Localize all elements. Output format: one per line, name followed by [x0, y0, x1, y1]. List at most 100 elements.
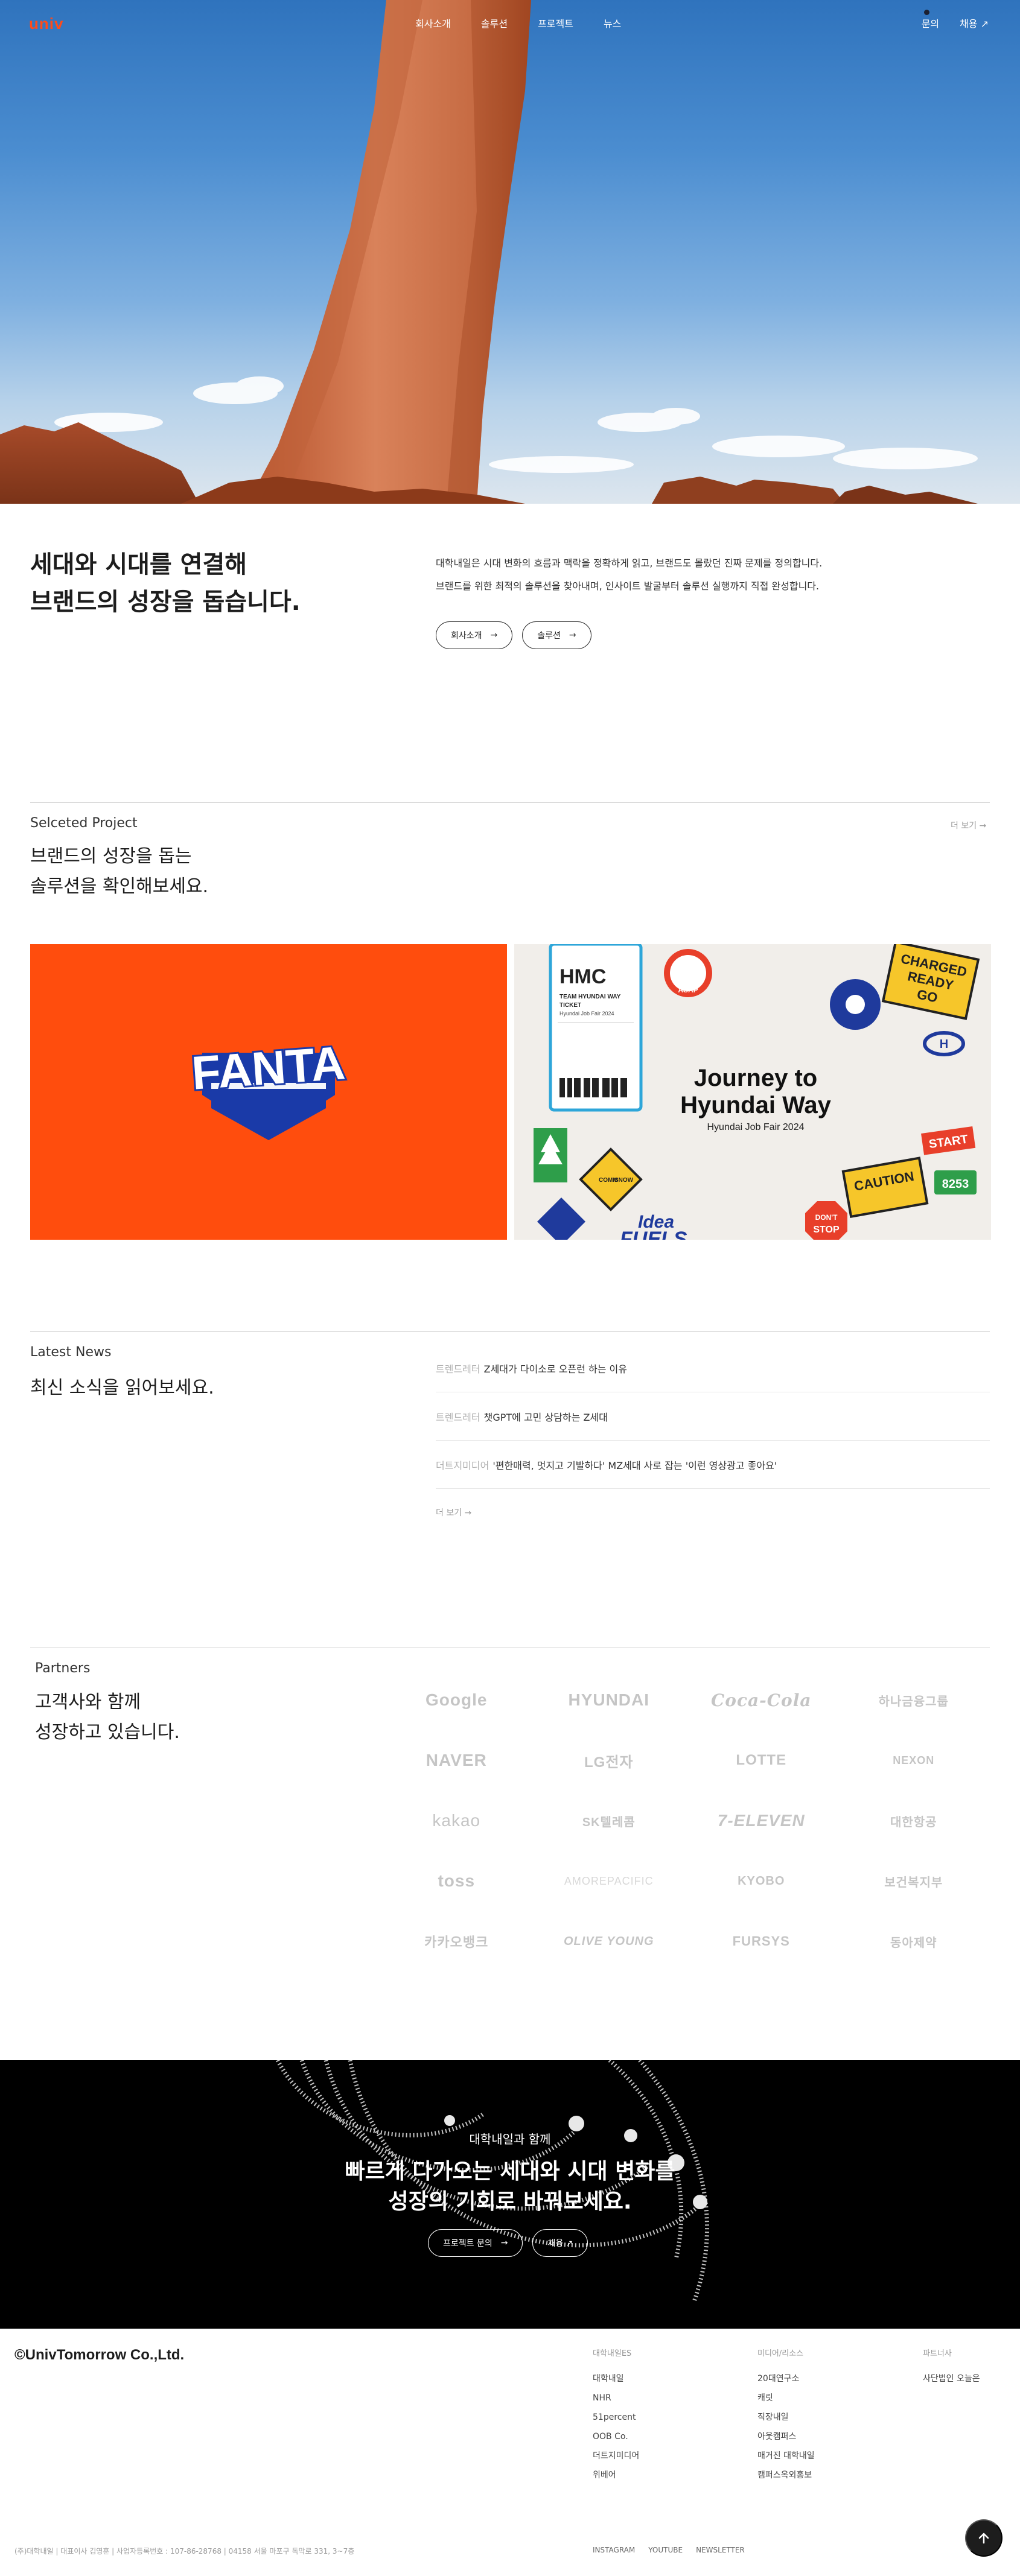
news-item[interactable]: 트렌드레터 챗GPT에 고민 상담하는 Z세대	[436, 1392, 990, 1441]
hyundai-h-glyph: H	[940, 1038, 948, 1051]
project-card-fanta[interactable]: FANTA	[30, 944, 507, 1240]
scroll-to-top-button[interactable]	[965, 2519, 1002, 2557]
partner-logo-kakaobank: 카카오뱅크	[424, 1935, 489, 1950]
hyundai-title-line1: Journey to	[694, 1065, 817, 1091]
arrow-up-icon	[978, 2533, 989, 2544]
nav-news[interactable]: 뉴스	[604, 16, 621, 30]
partners-title-line1: 고객사와 함께	[35, 1692, 141, 1713]
footer-column-title: 미디어/리소스	[757, 2349, 804, 2358]
partner-logo-oliveyoung: OLIVE YOUNG	[563, 1934, 654, 1948]
hero-banner	[0, 0, 1020, 504]
partners-title: 고객사와 함께 성장하고 있습니다.	[35, 1687, 180, 1748]
footer-link[interactable]: NHR	[593, 2388, 639, 2408]
hero-image	[0, 0, 978, 504]
about-button[interactable]: 회사소개 →	[436, 621, 513, 649]
footer-brand: ©UnivTomorrow Co.,Ltd.	[14, 2347, 185, 2363]
hyundai-title-line2: Hyundai Way	[680, 1092, 831, 1118]
brand-logo[interactable]: univ	[29, 14, 63, 33]
sticker-idea-2: FUELS	[620, 1228, 687, 1240]
partner-logo-grid: Google HYUNDAI Coca-Cola 하나금융그룹 NAVER LG…	[380, 1683, 990, 1958]
footer-link[interactable]: 대학내일	[593, 2369, 639, 2388]
fanta-wordmark: FANTA	[190, 1036, 347, 1100]
nav-recruit[interactable]: 채용 ↗	[960, 16, 989, 30]
nav-solution[interactable]: 솔루션	[481, 16, 508, 30]
partner-logo-google: Google	[426, 1690, 488, 1709]
ticket-line2: TICKET	[559, 1002, 581, 1009]
nav-project[interactable]: 프로젝트	[538, 16, 573, 30]
news-title: 최신 소식을 읽어보세요.	[30, 1377, 214, 1398]
footer-link[interactable]: 더트지미디어	[593, 2446, 639, 2466]
section-divider	[30, 1331, 990, 1332]
newsletter-link[interactable]: NEWSLETTER	[696, 2546, 745, 2554]
footer-link[interactable]: 20대연구소	[757, 2369, 815, 2388]
intro-desc-line2: 브랜드를 위한 최적의 솔루션을 찾아내며, 인사이트 발굴부터 솔루션 실행까…	[436, 580, 820, 592]
footer-link[interactable]: 위베어	[593, 2466, 639, 2485]
projects-title-line1: 브랜드의 성장을 돕는	[30, 846, 192, 867]
projects-more-link[interactable]: 더 보기 →	[951, 819, 986, 831]
footer-link[interactable]: 직장내일	[757, 2408, 815, 2427]
recruit-button-label: 채용 ↗	[547, 2239, 573, 2248]
partners-title-line2: 성장하고 있습니다.	[35, 1722, 180, 1743]
partner-logo-koreanair: 대한항공	[890, 1815, 937, 1829]
intro-description: 대학내일은 시대 변화의 흐름과 맥락을 정확하게 읽고, 브랜드도 몰랐던 진…	[436, 552, 979, 598]
nav-contact-label: 문의	[921, 18, 940, 30]
site-header: univ 회사소개 솔루션 프로젝트 뉴스 문의 채용 ↗	[0, 0, 1020, 42]
youtube-link[interactable]: YOUTUBE	[648, 2546, 683, 2554]
partner-logo-kyobo: KYOBO	[738, 1874, 785, 1888]
cta-title-line1: 빠르게 다가오는 세대와 시대 변화를	[345, 2159, 675, 2184]
footer-link[interactable]: 캐릿	[757, 2388, 815, 2408]
projects-title: 브랜드의 성장을 돕는 솔루션을 확인해보세요.	[30, 842, 208, 902]
main-nav: 회사소개 솔루션 프로젝트 뉴스	[415, 16, 621, 30]
partner-logo-nexon: NEXON	[893, 1754, 935, 1766]
project-inquiry-button[interactable]: 프로젝트 문의 →	[428, 2229, 523, 2257]
ticket-line3: Hyundai Job Fair 2024	[559, 1010, 614, 1017]
nav-contact[interactable]: 문의	[921, 10, 940, 30]
cta-buttons: 프로젝트 문의 → 채용 ↗	[428, 2229, 588, 2257]
intro-desc-line1: 대학내일은 시대 변화의 흐름과 맥락을 정확하게 읽고, 브랜드도 몰랐던 진…	[436, 557, 823, 569]
footer-link[interactable]: OOB Co.	[593, 2427, 639, 2446]
partner-logo-amorepacific: AMOREPACIFIC	[564, 1874, 654, 1887]
partner-logo-kakao: kakao	[432, 1811, 481, 1830]
instagram-link[interactable]: INSTAGRAM	[593, 2546, 635, 2554]
intro-headline: 세대와 시대를 연결해 브랜드의 성장을 돕습니다.	[30, 546, 368, 621]
nav-about[interactable]: 회사소개	[415, 16, 451, 30]
news-more-link[interactable]: 더 보기 →	[436, 1506, 471, 1518]
footer-column-media: 미디어/리소스 20대연구소 캐릿 직장내일 아웃캠퍼스 매거진 대학내일 캠퍼…	[757, 2347, 815, 2485]
hyundai-poster-image: HMC TEAM HYUNDAI WAY TICKET Hyundai Job …	[534, 944, 980, 1240]
news-item[interactable]: 트렌드레터 Z세대가 다이소로 오픈런 하는 이유	[436, 1344, 990, 1392]
footer-link[interactable]: 캠퍼스옥외홍보	[757, 2466, 815, 2485]
arrow-right-icon: →	[569, 630, 576, 640]
news-item[interactable]: 더트지미디어 '편한매력, 멋지고 기발하다' MZ세대 사로 잡는 '이런 영…	[436, 1441, 990, 1489]
fanta-logo-image: FANTA	[188, 1034, 349, 1140]
footer-link[interactable]: 아웃캠퍼스	[757, 2427, 815, 2446]
projects-title-line2: 솔루션을 확인해보세요.	[30, 876, 209, 897]
news-source: 트렌드레터	[436, 1411, 480, 1423]
partner-logo-lg: LG전자	[584, 1754, 634, 1771]
section-divider	[30, 802, 990, 803]
partner-logo-toss: toss	[438, 1871, 476, 1890]
recruit-button[interactable]: 채용 ↗	[532, 2229, 588, 2257]
partner-logo-naver: NAVER	[426, 1751, 487, 1769]
footer-legal-info: (주)대학내일 | 대표이사 김영훈 | 사업자등록번호 : 107-86-28…	[14, 2547, 355, 2555]
project-card-hyundai[interactable]: HMC TEAM HYUNDAI WAY TICKET Hyundai Job …	[514, 944, 991, 1240]
footer-column-title: 대학내일ES	[593, 2349, 632, 2358]
sticker-dont-2: STOP	[813, 1225, 840, 1235]
partner-logo-dongapharm: 동아제약	[890, 1936, 937, 1950]
utility-nav: 문의 채용 ↗	[921, 10, 989, 30]
partner-logo-sk: SK텔레콤	[582, 1815, 636, 1829]
hyundai-subtitle: Hyundai Job Fair 2024	[707, 1122, 805, 1132]
footer-link[interactable]: 사단법인 오늘은	[923, 2369, 980, 2388]
news-source: 더트지미디어	[436, 1459, 489, 1471]
ticket-line1: TEAM HYUNDAI WAY	[559, 994, 621, 1000]
sticker-asap: ASAP	[678, 986, 698, 994]
footer-link[interactable]: 51percent	[593, 2408, 639, 2427]
news-title-text: '편한매력, 멋지고 기발하다' MZ세대 사로 잡는 '이런 영상광고 좋아요…	[492, 1459, 777, 1471]
about-button-label: 회사소개	[451, 631, 482, 641]
sticker-snow: SNOW	[614, 1177, 634, 1184]
footer-link[interactable]: 매거진 대학내일	[757, 2446, 815, 2466]
footer-social-links: INSTAGRAM YOUTUBE NEWSLETTER	[593, 2546, 745, 2554]
ticket-hmc: HMC	[559, 965, 606, 988]
intro-headline-line2: 브랜드의 성장을 돕습니다.	[30, 588, 301, 616]
partner-logo-fursys: FURSYS	[732, 1934, 790, 1949]
solution-button[interactable]: 솔루션 →	[522, 621, 591, 649]
